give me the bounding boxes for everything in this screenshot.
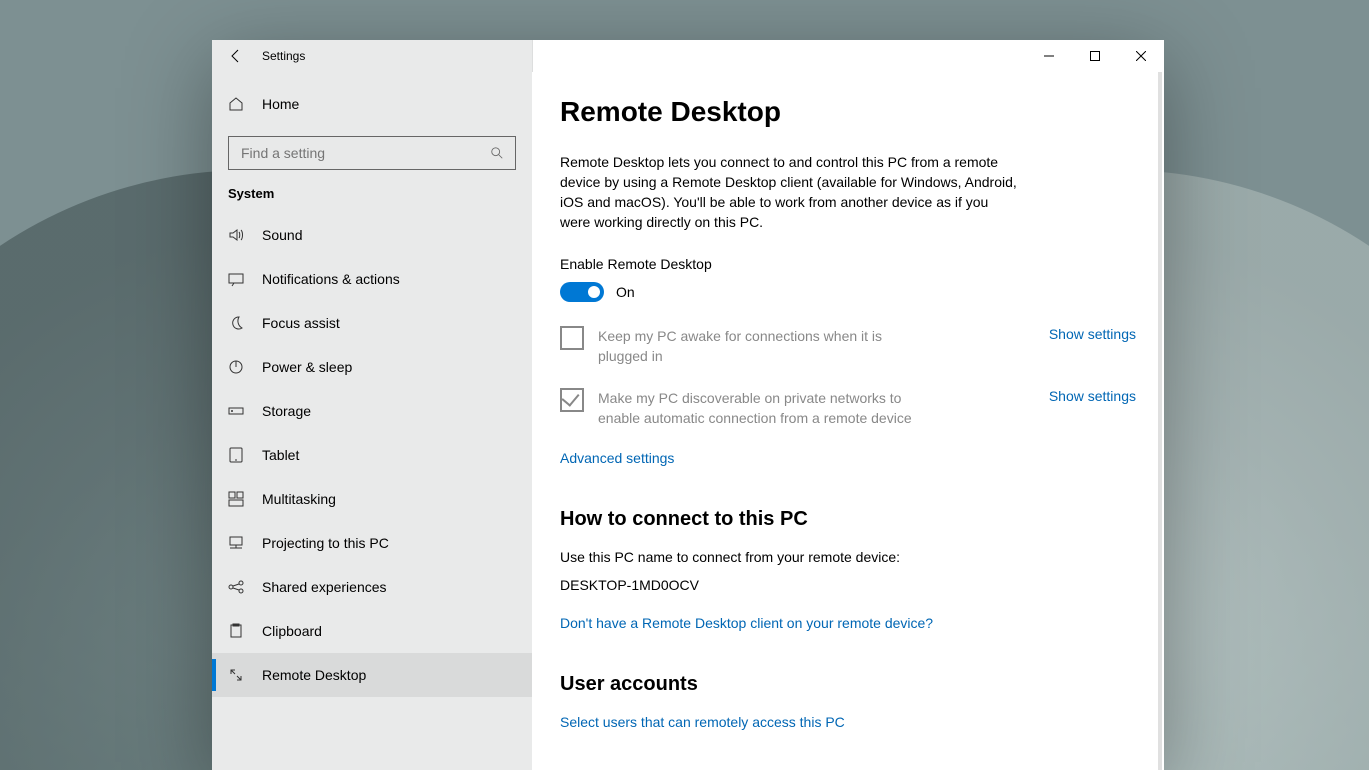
- sidebar-item-label: Projecting to this PC: [262, 535, 389, 551]
- sidebar-item-projecting[interactable]: Projecting to this PC: [212, 521, 532, 565]
- projecting-icon: [228, 535, 244, 551]
- search-icon: [489, 145, 505, 161]
- search-field[interactable]: [239, 144, 489, 162]
- sidebar-item-multitasking[interactable]: Multitasking: [212, 477, 532, 521]
- sidebar-item-label: Power & sleep: [262, 359, 352, 375]
- content-area: Remote Desktop Remote Desktop lets you c…: [532, 72, 1164, 770]
- user-accounts-heading: User accounts: [560, 673, 1136, 696]
- sidebar-item-label: Tablet: [262, 447, 299, 463]
- sidebar-item-label: Notifications & actions: [262, 271, 400, 287]
- remote-desktop-icon: [228, 667, 244, 683]
- page-description: Remote Desktop lets you connect to and c…: [560, 152, 1020, 232]
- connect-heading: How to connect to this PC: [560, 508, 1136, 531]
- keep-awake-show-settings-link[interactable]: Show settings: [1049, 326, 1136, 342]
- sidebar-item-shared-experiences[interactable]: Shared experiences: [212, 565, 532, 609]
- window-title: Settings: [262, 49, 305, 63]
- sidebar-item-label: Focus assist: [262, 315, 340, 331]
- sidebar-item-label: Storage: [262, 403, 311, 419]
- keep-awake-checkbox[interactable]: [560, 326, 584, 350]
- sidebar-item-home[interactable]: Home: [212, 82, 532, 126]
- sidebar-item-tablet[interactable]: Tablet: [212, 433, 532, 477]
- connect-instruction: Use this PC name to connect from your re…: [560, 549, 1136, 565]
- keep-awake-label: Keep my PC awake for connections when it…: [598, 326, 918, 366]
- storage-icon: [228, 403, 244, 419]
- tablet-icon: [228, 447, 244, 463]
- maximize-button[interactable]: [1072, 40, 1118, 72]
- discoverable-show-settings-link[interactable]: Show settings: [1049, 388, 1136, 404]
- minimize-button[interactable]: [1026, 40, 1072, 72]
- shared-icon: [228, 579, 244, 595]
- toggle-label: Enable Remote Desktop: [560, 256, 1136, 272]
- power-icon: [228, 359, 244, 375]
- sidebar-item-storage[interactable]: Storage: [212, 389, 532, 433]
- scrollbar[interactable]: [1158, 72, 1162, 770]
- sidebar-item-label: Remote Desktop: [262, 667, 366, 683]
- sidebar-item-label: Shared experiences: [262, 579, 387, 595]
- sidebar-item-label: Sound: [262, 227, 302, 243]
- discoverable-checkbox[interactable]: [560, 388, 584, 412]
- no-client-link[interactable]: Don't have a Remote Desktop client on yo…: [560, 615, 933, 631]
- sidebar-item-sound[interactable]: Sound: [212, 213, 532, 257]
- settings-window: Settings Home System Sound: [212, 40, 1164, 770]
- sidebar-item-label: Home: [262, 96, 299, 112]
- toggle-state-text: On: [616, 284, 635, 300]
- sidebar-item-focus-assist[interactable]: Focus assist: [212, 301, 532, 345]
- select-users-link[interactable]: Select users that can remotely access th…: [560, 714, 845, 730]
- sidebar-item-label: Clipboard: [262, 623, 322, 639]
- multitasking-icon: [228, 491, 244, 507]
- home-icon: [228, 96, 244, 112]
- enable-remote-desktop-toggle[interactable]: [560, 282, 604, 302]
- pc-name: DESKTOP-1MD0OCV: [560, 577, 1136, 593]
- page-title: Remote Desktop: [560, 96, 1136, 128]
- discoverable-label: Make my PC discoverable on private netwo…: [598, 388, 918, 428]
- moon-icon: [228, 315, 244, 331]
- back-button[interactable]: [228, 48, 244, 64]
- advanced-settings-link[interactable]: Advanced settings: [560, 450, 674, 466]
- sound-icon: [228, 227, 244, 243]
- sidebar-item-notifications[interactable]: Notifications & actions: [212, 257, 532, 301]
- title-bar: Settings: [212, 40, 1164, 72]
- sidebar-section-header: System: [212, 178, 532, 213]
- sidebar-item-power-sleep[interactable]: Power & sleep: [212, 345, 532, 389]
- sidebar-item-label: Multitasking: [262, 491, 336, 507]
- sidebar-item-clipboard[interactable]: Clipboard: [212, 609, 532, 653]
- sidebar-item-remote-desktop[interactable]: Remote Desktop: [212, 653, 532, 697]
- close-button[interactable]: [1118, 40, 1164, 72]
- sidebar: Home System Sound Notifications & action…: [212, 40, 533, 770]
- search-input[interactable]: [228, 136, 516, 170]
- notifications-icon: [228, 271, 244, 287]
- clipboard-icon: [228, 623, 244, 639]
